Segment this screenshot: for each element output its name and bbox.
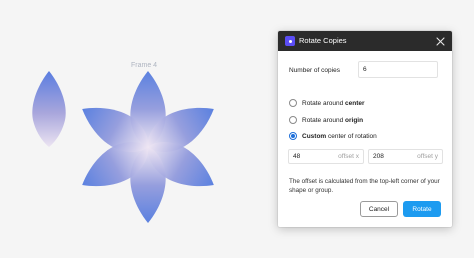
radio-label-suffix: center of rotation	[326, 132, 377, 140]
offset-y-input[interactable]: 208 offset y	[368, 149, 443, 164]
rotate-button[interactable]: Rotate	[403, 201, 441, 217]
radio-rotate-origin[interactable]: Rotate around origin	[289, 116, 363, 124]
radio-label-bold: center	[345, 99, 365, 107]
offset-y-value: 208	[373, 153, 384, 160]
offset-y-suffix: offset y	[417, 153, 438, 160]
rotated-flower[interactable]	[73, 71, 222, 223]
copies-label: Number of copies	[289, 67, 340, 74]
offset-x-input[interactable]: 48 offset x	[288, 149, 364, 164]
radio-button[interactable]	[289, 99, 297, 107]
radio-button[interactable]	[289, 116, 297, 124]
dialog-header: Rotate Copies	[278, 31, 452, 51]
radio-label-prefix: Rotate around	[302, 116, 346, 124]
offset-x-suffix: offset x	[338, 153, 359, 160]
radio-label-bold: origin	[345, 116, 364, 124]
radio-label-prefix: Rotate around	[302, 99, 346, 107]
radio-button-checked[interactable]	[289, 132, 297, 140]
help-text: The offset is calculated from the top-le…	[289, 178, 440, 194]
rotate-copies-dialog: Rotate Copies Number of copies 6 Rotate …	[278, 31, 452, 227]
close-icon	[435, 36, 445, 46]
dialog-title: Rotate Copies	[299, 36, 347, 45]
radio-label-bold: Custom	[302, 132, 327, 140]
close-button[interactable]	[434, 35, 446, 47]
radio-rotate-center[interactable]: Rotate around center	[289, 99, 365, 107]
source-petal[interactable]	[32, 71, 66, 147]
copies-input[interactable]: 6	[358, 61, 438, 78]
offset-x-value: 48	[293, 153, 301, 160]
radio-custom-center[interactable]: Custom center of rotation	[289, 132, 377, 140]
cancel-button[interactable]: Cancel	[360, 201, 398, 217]
app-logo-icon	[285, 36, 295, 46]
